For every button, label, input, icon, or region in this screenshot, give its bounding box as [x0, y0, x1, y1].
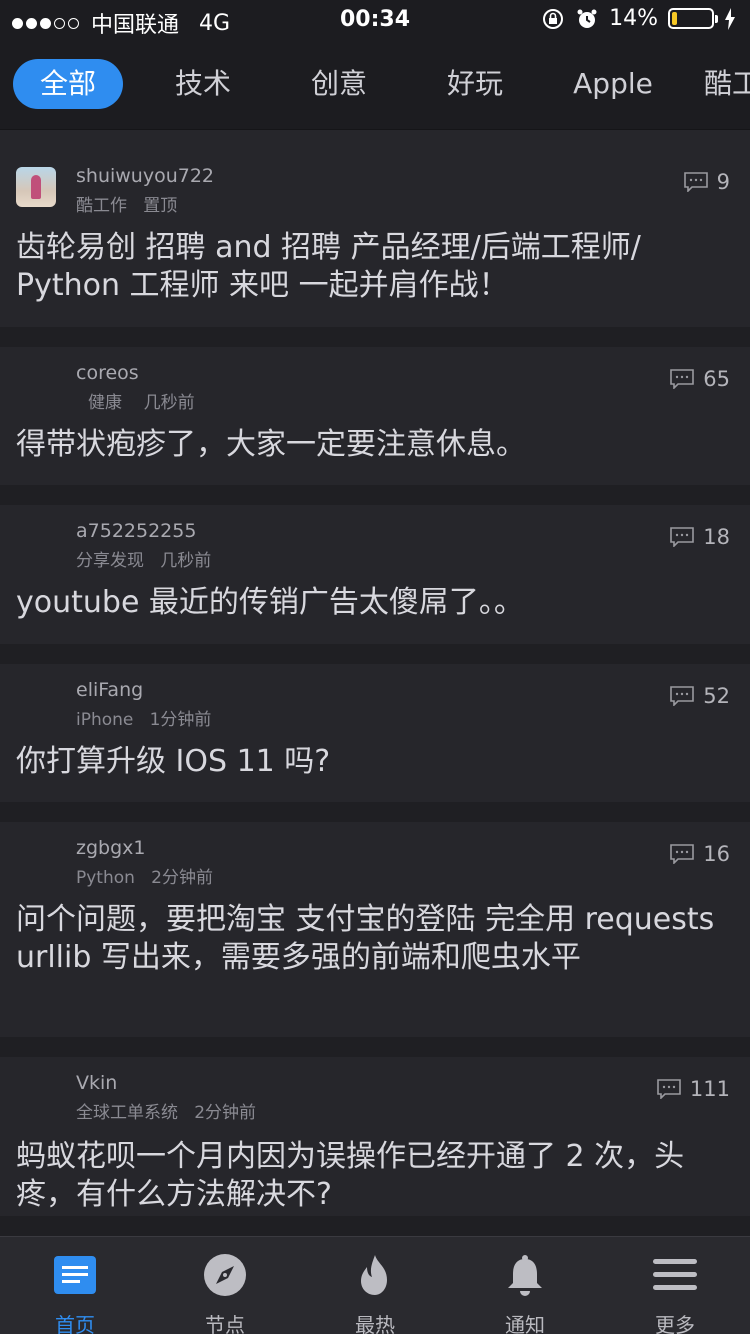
topic-title[interactable]: 得带状疱疹了，大家一定要注意休息。 — [16, 426, 732, 464]
topic-meta: Python 2分钟前 — [76, 863, 213, 888]
topic-time: 2分钟前 — [194, 1103, 257, 1123]
topic-meta: 分享发现 几秒前 — [76, 546, 211, 571]
bell-icon — [508, 1255, 542, 1296]
topic-meta: 健康 几秒前 — [88, 388, 195, 413]
topic-title[interactable]: 齿轮易创 招聘 and 招聘 产品经理/后端工程师/ Python 工程师 来吧… — [16, 229, 732, 305]
topic-item[interactable]: coreos 健康 几秒前 65 得带状疱疹了，大家一定要注意休息。 — [0, 347, 750, 505]
comment-count-value: 18 — [703, 525, 730, 549]
compass-icon — [204, 1254, 246, 1296]
comment-count-value: 9 — [716, 170, 730, 194]
avatar[interactable] — [16, 167, 56, 207]
topic-node[interactable]: 健康 — [88, 393, 122, 413]
menu-icon — [653, 1259, 697, 1290]
topic-username[interactable]: a752252255 — [76, 520, 196, 542]
comment-bubble-icon — [670, 686, 695, 706]
topic-node[interactable]: Python — [76, 868, 135, 888]
comment-count: 65 — [669, 367, 730, 391]
topic-time: 1分钟前 — [149, 710, 212, 730]
topic-title[interactable]: 你打算升级 IOS 11 吗? — [16, 743, 732, 781]
home-list-icon — [54, 1256, 96, 1294]
nav-hot[interactable]: 最热 — [300, 1237, 450, 1334]
nav-home[interactable]: 首页 — [0, 1237, 150, 1334]
topic-node[interactable]: 分享发现 — [76, 551, 144, 571]
topic-time: 置顶 — [143, 196, 178, 216]
topic-node[interactable]: 酷工作 — [76, 196, 127, 216]
topic-node[interactable]: iPhone — [76, 710, 133, 730]
topic-meta: 全球工单系统 2分钟前 — [76, 1098, 256, 1123]
tab-apple[interactable]: Apple — [563, 59, 663, 109]
comment-bubble-icon — [670, 844, 695, 864]
nav-nodes[interactable]: 节点 — [150, 1237, 300, 1334]
topic-item[interactable]: eliFang iPhone 1分钟前 52 你打算升级 IOS 11 吗? — [0, 664, 750, 822]
nav-more[interactable]: 更多 — [600, 1237, 750, 1334]
comment-count: 111 — [656, 1077, 730, 1101]
nav-notifications-label: 通知 — [505, 1313, 545, 1334]
topic-item[interactable]: a752252255 分享发现 几秒前 18 youtube 最近的传销广告太傻… — [0, 505, 750, 664]
comment-count: 18 — [669, 525, 730, 549]
comment-bubble-icon — [657, 1079, 681, 1099]
topic-username[interactable]: coreos — [76, 362, 139, 384]
comment-count-value: 52 — [703, 684, 730, 708]
comment-count: 16 — [669, 842, 730, 866]
battery-level — [672, 12, 678, 25]
comment-bubble-icon — [670, 369, 695, 389]
tab-cool-jobs[interactable]: 酷工 — [704, 59, 750, 109]
topic-username[interactable]: eliFang — [76, 679, 143, 701]
topic-item[interactable]: zgbgx1 Python 2分钟前 16 问个问题，要把淘宝 支付宝的登陆 完… — [0, 822, 750, 1057]
topic-title[interactable]: 问个问题，要把淘宝 支付宝的登陆 完全用 requests urllib 写出来… — [16, 901, 732, 977]
charging-bolt-icon — [725, 7, 735, 30]
tab-creative[interactable]: 创意 — [294, 59, 384, 109]
comment-bubble-icon — [670, 527, 695, 547]
nav-home-label: 首页 — [55, 1313, 95, 1334]
topic-username[interactable]: shuiwuyou722 — [76, 165, 214, 187]
nav-more-label: 更多 — [655, 1313, 695, 1334]
topic-item[interactable]: shuiwuyou722 酷工作 置顶 9 齿轮易创 招聘 and 招聘 产品经… — [0, 130, 750, 347]
comment-count: 52 — [669, 684, 730, 708]
status-bar: 中国联通 4G 00:34 14% — [0, 0, 750, 40]
comment-count: 9 — [683, 170, 730, 194]
bottom-tab-bar: 首页 节点 最热 通知 更多 — [0, 1236, 750, 1334]
category-tabs: 全部 技术 创意 好玩 Apple 酷工 — [0, 40, 750, 130]
tab-tech[interactable]: 技术 — [158, 59, 248, 109]
topic-time: 2分钟前 — [151, 868, 213, 888]
topic-meta: iPhone 1分钟前 — [76, 705, 211, 730]
topic-username[interactable]: Vkin — [76, 1072, 117, 1094]
tab-fun[interactable]: 好玩 — [430, 59, 520, 109]
status-right: 14% — [541, 6, 736, 31]
battery-percent: 14% — [609, 6, 658, 31]
topic-time: 几秒前 — [160, 551, 212, 571]
comment-count-value: 16 — [703, 842, 730, 866]
alarm-icon — [577, 9, 597, 28]
nav-notifications[interactable]: 通知 — [450, 1237, 600, 1334]
battery-icon — [668, 8, 718, 29]
topic-node[interactable]: 全球工单系统 — [76, 1103, 178, 1123]
topic-meta: 酷工作 置顶 — [76, 191, 177, 216]
topic-title[interactable]: youtube 最近的传销广告太傻屌了。。 — [16, 584, 732, 622]
tab-all[interactable]: 全部 — [13, 59, 123, 109]
comment-count-value: 65 — [703, 367, 730, 391]
rotation-lock-icon — [543, 8, 564, 29]
flame-icon — [361, 1255, 387, 1295]
nav-nodes-label: 节点 — [205, 1313, 245, 1334]
topic-time: 几秒前 — [143, 393, 195, 413]
comment-count-value: 111 — [689, 1077, 730, 1101]
topic-item[interactable]: Vkin 全球工单系统 2分钟前 111 蚂蚁花呗一个月内因为误操作已经开通了 … — [0, 1057, 750, 1236]
topic-list: shuiwuyou722 酷工作 置顶 9 齿轮易创 招聘 and 招聘 产品经… — [0, 130, 750, 1236]
topic-username[interactable]: zgbgx1 — [76, 837, 146, 859]
comment-bubble-icon — [683, 172, 708, 192]
topic-title[interactable]: 蚂蚁花呗一个月内因为误操作已经开通了 2 次，头疼，有什么方法解决不? — [16, 1138, 732, 1214]
nav-hot-label: 最热 — [355, 1313, 395, 1334]
